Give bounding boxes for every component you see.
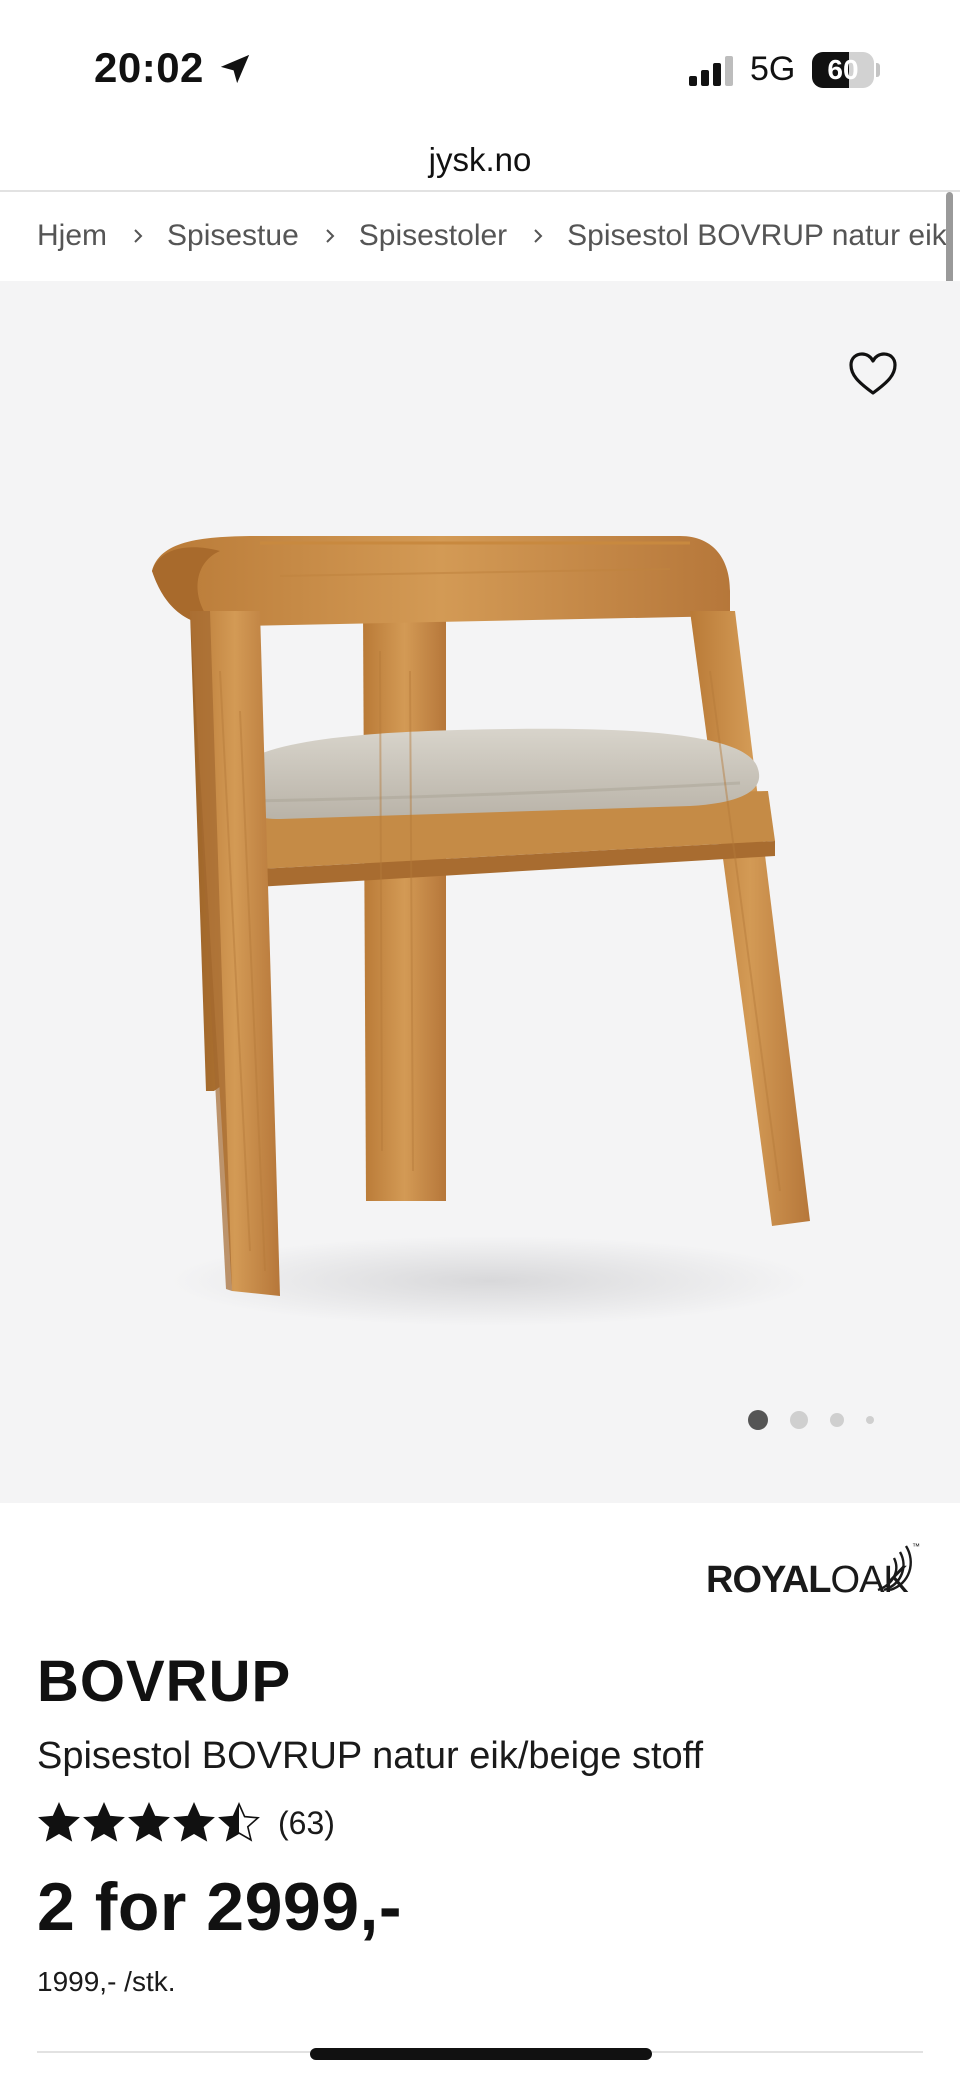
review-count[interactable]: (63) (278, 1805, 335, 1842)
gallery-dot[interactable] (830, 1413, 844, 1427)
product-gallery[interactable] (0, 281, 960, 1503)
breadcrumb-item-spisestoler[interactable]: Spisestoler (359, 219, 507, 253)
breadcrumb-item-home[interactable]: Hjem (37, 219, 107, 253)
star-full-icon (128, 1802, 170, 1842)
brand-name-bold: ROYAL (706, 1559, 832, 1601)
product-rating[interactable]: (63) (37, 1800, 335, 1846)
chevron-right-icon (134, 229, 143, 243)
gallery-pagination[interactable] (748, 1409, 896, 1431)
product-image-chair[interactable] (130, 451, 830, 1351)
product-title: BOVRUP (37, 1649, 292, 1714)
brand-logo: ROYALOAK ™ (706, 1542, 920, 1606)
network-type: 5G (750, 50, 796, 88)
breadcrumb-item-current: Spisestol BOVRUP natur eik (567, 219, 947, 252)
product-description: Spisestol BOVRUP natur eik/beige stoff (37, 1735, 704, 1777)
battery-level: 60 (827, 54, 859, 85)
product-price: 2 for 2999,- (37, 1869, 403, 1945)
chevron-right-icon (534, 229, 543, 243)
location-arrow-icon (220, 54, 250, 84)
home-indicator (310, 2048, 652, 2060)
star-full-icon (173, 1802, 215, 1842)
rating-stars (37, 1801, 262, 1845)
breadcrumb: Hjem Spisestue Spisestoler Spisestol BOV… (37, 192, 947, 280)
status-time: 20:02 (94, 44, 204, 91)
brand-swoosh-icon (877, 1545, 912, 1592)
gallery-dot[interactable] (790, 1411, 808, 1429)
address-bar[interactable]: jysk.no (0, 130, 960, 192)
gallery-dot[interactable] (748, 1410, 768, 1430)
gallery-dot[interactable] (866, 1416, 874, 1424)
star-full-icon (83, 1802, 125, 1842)
cellular-signal-icon (689, 56, 733, 86)
status-bar: 20:02 5G 60 (0, 0, 960, 130)
star-full-icon (38, 1802, 80, 1842)
unit-price: 1999,- /stk. (37, 1966, 176, 1997)
url-text[interactable]: jysk.no (429, 141, 532, 178)
star-half-icon (218, 1802, 260, 1842)
breadcrumb-item-spisestue[interactable]: Spisestue (167, 219, 299, 253)
chevron-right-icon (326, 229, 335, 243)
brand-trademark: ™ (912, 1542, 920, 1551)
heart-icon[interactable] (848, 351, 898, 397)
battery-icon: 60 (812, 52, 880, 88)
